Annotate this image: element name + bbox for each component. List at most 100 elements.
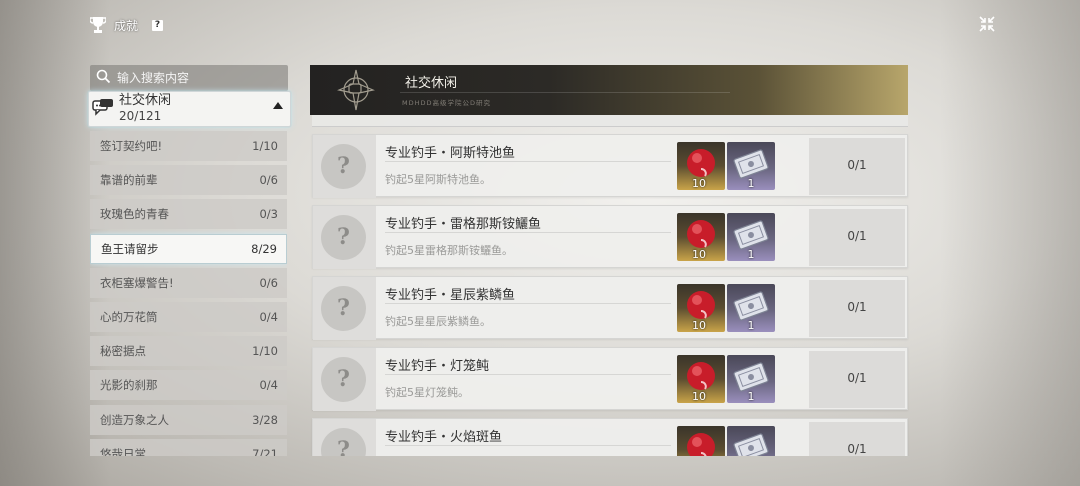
- sidebar-item-label: 心的万花筒: [100, 309, 158, 324]
- sidebar-item[interactable]: 玫瑰色的青春 0/3: [90, 199, 287, 230]
- reward-quantity: 1: [747, 177, 755, 190]
- progress-text: 0/1: [847, 229, 867, 243]
- sidebar-item-label: 创造万象之人: [100, 412, 169, 427]
- sidebar-item-label: 悠哉日常: [100, 446, 146, 456]
- trophy-icon: [90, 16, 106, 34]
- unknown-icon: ?: [321, 286, 366, 331]
- achievement-row-partial: [312, 115, 908, 127]
- emblem-icon: [334, 69, 378, 111]
- unknown-icon: ?: [321, 215, 366, 260]
- achievement-title: 专业钓手・星辰紫鳞鱼: [385, 288, 516, 303]
- sidebar-item-label: 光影的刹那: [100, 378, 158, 393]
- achievement-row[interactable]: ? 专业钓手・阿斯特池鱼 钓起5星阿斯特池鱼。 10 1 0/1: [312, 134, 908, 198]
- achievement-icon-box: ?: [313, 206, 376, 269]
- sidebar-item-count: 0/4: [259, 378, 278, 393]
- row-divider: [385, 232, 671, 233]
- achievement-icon-box: ?: [313, 348, 376, 411]
- achievement-title: 专业钓手・阿斯特池鱼: [385, 146, 516, 161]
- reward-red-orb[interactable]: 10: [677, 213, 725, 261]
- reward-ticket[interactable]: 1: [727, 426, 775, 456]
- right-vignette: [940, 0, 1080, 486]
- page-title: 成就: [114, 18, 139, 33]
- category-banner: 社交休闲 MDHDD高级学院公D研究: [310, 65, 908, 115]
- row-divider: [385, 445, 671, 446]
- sidebar-item[interactable]: 签订契约吧! 1/10: [90, 131, 287, 161]
- reward-ticket[interactable]: 1: [727, 142, 775, 190]
- category-name: 社交休闲: [119, 93, 172, 108]
- search-bar[interactable]: [90, 65, 288, 91]
- reward-ticket[interactable]: 1: [727, 213, 775, 261]
- progress-box: 0/1: [809, 280, 905, 337]
- ticket-icon: [733, 433, 769, 456]
- sidebar-item-selected[interactable]: 鱼王请留步 8/29: [90, 233, 287, 264]
- reward-red-orb[interactable]: 10: [677, 355, 725, 403]
- sidebar-list[interactable]: 签订契约吧! 1/10 靠谱的前辈 0/6 玫瑰色的青春 0/3 鱼王请留步 8/29 …: [90, 131, 287, 456]
- sidebar-item-label: 衣柜塞爆警告!: [100, 275, 174, 290]
- reward-red-orb[interactable]: 10: [677, 426, 725, 456]
- banner-divider: [400, 92, 730, 93]
- achievement-list[interactable]: ? 专业钓手・阿斯特池鱼 钓起5星阿斯特池鱼。 10 1 0/1 ? 专业钓手・…: [310, 115, 910, 456]
- sidebar-item-label: 鱼王请留步: [101, 241, 159, 256]
- progress-box: 0/1: [809, 209, 905, 266]
- sidebar-item-count: 1/10: [252, 139, 278, 153]
- row-divider: [385, 374, 671, 375]
- search-icon: [96, 69, 111, 88]
- reward-quantity: 10: [692, 248, 706, 261]
- sidebar-item[interactable]: 靠谱的前辈 0/6: [90, 165, 287, 196]
- chat-bubble-icon: [92, 98, 114, 116]
- progress-text: 0/1: [847, 442, 867, 456]
- progress-text: 0/1: [847, 158, 867, 172]
- sidebar-item-label: 靠谱的前辈: [100, 173, 158, 188]
- achievement-desc: 钓起5星灯笼鲀。: [385, 386, 469, 399]
- sidebar-item[interactable]: 秘密据点 1/10: [90, 336, 287, 367]
- sidebar-item-count: 0/6: [259, 275, 278, 290]
- achievement-desc: 钓起5星雷格那斯铵鱺鱼。: [385, 244, 513, 257]
- reward-quantity: 1: [747, 248, 755, 261]
- sidebar-item-label: 签订契约吧!: [100, 139, 163, 153]
- achievement-row[interactable]: ? 专业钓手・星辰紫鳞鱼 钓起5星星辰紫鳞鱼。 10 1 0/1: [312, 276, 908, 340]
- sidebar-item[interactable]: 心的万花筒 0/4: [90, 301, 287, 332]
- progress-box: 0/1: [809, 351, 905, 408]
- achievement-desc: 钓起5星阿斯特池鱼。: [385, 173, 491, 186]
- progress-text: 0/1: [847, 300, 867, 314]
- achievement-row[interactable]: ? 专业钓手・雷格那斯铵鱺鱼 钓起5星雷格那斯铵鱺鱼。 10 1 0/1: [312, 205, 908, 269]
- banner-subtitle: MDHDD高级学院公D研究: [402, 99, 492, 107]
- achievement-row[interactable]: ? 专业钓手・火焰斑鱼 10 1 0/1: [312, 418, 908, 456]
- progress-box: 0/1: [809, 422, 905, 456]
- achievement-title: 专业钓手・灯笼鲀: [385, 359, 490, 374]
- sidebar-item-label: 秘密据点: [100, 344, 146, 359]
- achievement-icon-box: ?: [313, 135, 376, 198]
- row-divider: [385, 161, 671, 162]
- reward-ticket[interactable]: 1: [727, 355, 775, 403]
- top-bar: 成就 ?: [90, 14, 164, 36]
- sidebar-item-count: 3/28: [252, 412, 278, 427]
- sidebar-item[interactable]: 衣柜塞爆警告! 0/6: [90, 267, 287, 298]
- red-orb-icon: [687, 433, 715, 456]
- reward-red-orb[interactable]: 10: [677, 142, 725, 190]
- sidebar-item[interactable]: 创造万象之人 3/28: [90, 404, 287, 435]
- sidebar-item[interactable]: 悠哉日常 7/21: [90, 438, 287, 456]
- achievement-icon-box: ?: [313, 277, 376, 340]
- unknown-icon: ?: [321, 144, 366, 189]
- banner-title: 社交休闲: [405, 76, 458, 91]
- progress-box: 0/1: [809, 138, 905, 195]
- unknown-icon: ?: [321, 357, 366, 402]
- unknown-icon: ?: [321, 428, 366, 456]
- collapse-icon[interactable]: [978, 15, 996, 33]
- row-divider: [385, 303, 671, 304]
- help-icon[interactable]: ?: [152, 19, 164, 31]
- category-header[interactable]: 社交休闲 20/121: [88, 91, 291, 127]
- reward-ticket[interactable]: 1: [727, 284, 775, 332]
- reward-red-orb[interactable]: 10: [677, 284, 725, 332]
- achievement-icon-box: ?: [313, 419, 376, 456]
- reward-quantity: 1: [747, 390, 755, 403]
- sidebar-item[interactable]: 光影的刹那 0/4: [90, 370, 287, 401]
- category-count: 20/121: [119, 109, 162, 123]
- sidebar-item-count: 0/3: [259, 207, 278, 222]
- progress-text: 0/1: [847, 371, 867, 385]
- sidebar-item-label: 玫瑰色的青春: [100, 207, 169, 222]
- achievement-row[interactable]: ? 专业钓手・灯笼鲀 钓起5星灯笼鲀。 10 1 0/1: [312, 347, 908, 411]
- reward-quantity: 1: [747, 319, 755, 332]
- search-input[interactable]: [117, 71, 277, 85]
- triangle-up-icon[interactable]: [273, 102, 283, 109]
